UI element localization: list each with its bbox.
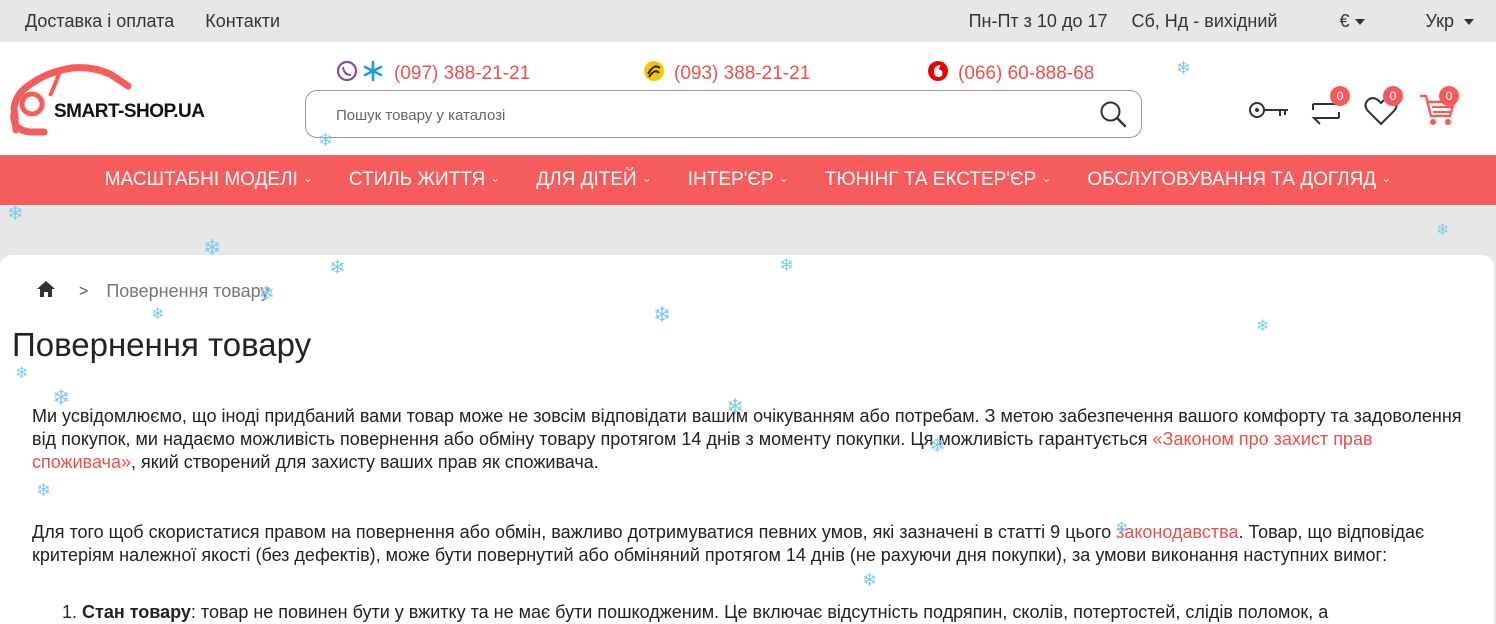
nav-label: СТИЛЬ ЖИТТЯ	[348, 169, 486, 190]
hours-weekend: Сб, Нд - вихідний	[1131, 10, 1278, 31]
chevron-down-icon: ⌄	[778, 171, 789, 185]
logo-text: SMART-SHOP.UA	[54, 101, 205, 122]
content-card: > Повернення товару Повернення товару Ми…	[0, 255, 1494, 624]
list-item-title: Стан товару	[82, 602, 191, 622]
paragraph-intro: Ми усвідомлюємо, що іноді придбаний вами…	[32, 405, 1462, 474]
lifecell-icon	[642, 59, 666, 89]
phone-vodafone[interactable]: (066) 60-888-68	[926, 59, 1094, 89]
chevron-down-icon: ⌄	[1381, 171, 1392, 185]
nav-label: ІНТЕР'ЄР	[687, 169, 774, 190]
vodafone-icon	[926, 59, 950, 89]
viber-kyivstar-icon	[336, 59, 386, 89]
home-icon[interactable]	[37, 281, 55, 302]
logo[interactable]: SMART-SHOP.UA	[10, 58, 210, 138]
legislation-link[interactable]: законодавства	[1116, 522, 1238, 542]
breadcrumb: > Повернення товару	[37, 281, 270, 302]
chevron-down-icon	[1355, 18, 1366, 25]
nav-label: ТЮНІНГ ТА ЕКСТЕР'ЄР	[824, 169, 1037, 190]
list-number: 1.	[62, 602, 78, 622]
nav-item-maintenance[interactable]: ОБСЛУГОВУВАННЯ ТА ДОГЛЯД ⌄	[1087, 169, 1391, 191]
header: SMART-SHOP.UA (097) 388-21-21 (093) 388-…	[0, 42, 1496, 155]
chevron-down-icon: ⌄	[490, 171, 501, 185]
nav-label: МАСШТАБНІ МОДЕЛІ	[104, 169, 298, 190]
phone-number: (093) 388-21-21	[674, 63, 811, 84]
phone-lifecell[interactable]: (093) 388-21-21	[642, 59, 810, 89]
phone-number: (066) 60-888-68	[958, 63, 1095, 84]
snowflake-icon: ❄	[7, 201, 24, 225]
paragraph-text: Для того щоб скористатися правом на пове…	[32, 522, 1117, 542]
car-logo-icon	[10, 64, 132, 136]
chevron-down-icon: ⌄	[302, 171, 313, 185]
chevron-down-icon: ⌄	[641, 171, 652, 185]
main-nav: МАСШТАБНІ МОДЕЛІ ⌄ СТИЛЬ ЖИТТЯ ⌄ ДЛЯ ДІТЕЙ…	[0, 155, 1496, 205]
nav-item-lifestyle[interactable]: СТИЛЬ ЖИТТЯ ⌄	[349, 169, 500, 191]
search-box	[305, 90, 1142, 138]
nav-label: ДЛЯ ДІТЕЙ	[536, 169, 637, 190]
phone-list: (097) 388-21-21 (093) 388-21-21 (066) 60…	[336, 59, 1136, 85]
wishlist-badge: 0	[1383, 86, 1403, 106]
phone-number: (097) 388-21-21	[394, 63, 531, 84]
chevron-down-icon: ⌄	[1041, 171, 1052, 185]
hours-weekdays: Пн-Пт з 10 до 17	[968, 10, 1108, 31]
cart-badge: 0	[1439, 86, 1459, 106]
key-icon[interactable]	[1248, 98, 1290, 127]
nav-item-scale-models[interactable]: МАСШТАБНІ МОДЕЛІ ⌄	[105, 169, 313, 191]
contacts-link[interactable]: Контакти	[205, 11, 280, 32]
paragraph-text: , який створений для захисту ваших прав …	[131, 452, 599, 472]
search-icon[interactable]	[1099, 100, 1127, 133]
top-bar: Доставка і оплата Контакти Пн-Пт з 10 до…	[0, 0, 1496, 42]
language-select[interactable]: Укр	[1401, 11, 1474, 32]
list-item-text: : товар не повинен бути у вжитку та не м…	[190, 602, 1329, 622]
language-value: Укр	[1425, 10, 1454, 31]
search-input[interactable]	[336, 104, 1056, 126]
nav-item-kids[interactable]: ДЛЯ ДІТЕЙ ⌄	[536, 169, 651, 191]
breadcrumb-current: Повернення товару	[106, 281, 270, 301]
page-title: Повернення товару	[12, 326, 312, 363]
phone-kyivstar[interactable]: (097) 388-21-21	[336, 59, 530, 89]
compare-badge: 0	[1330, 86, 1350, 106]
currency-value: €	[1339, 10, 1350, 31]
snowflake-icon: ❄	[1436, 220, 1450, 239]
nav-item-interior[interactable]: ІНТЕР'ЄР ⌄	[688, 169, 789, 191]
nav-label: ОБСЛУГОВУВАННЯ ТА ДОГЛЯД	[1087, 169, 1377, 190]
paragraph-conditions: Для того щоб скористатися правом на пове…	[32, 521, 1462, 567]
nav-item-tuning[interactable]: ТЮНІНГ ТА ЕКСТЕР'ЄР ⌄	[825, 169, 1052, 191]
delivery-link[interactable]: Доставка і оплата	[25, 11, 174, 32]
chevron-down-icon	[1464, 18, 1474, 25]
header-actions: 0 0 0	[1238, 86, 1478, 132]
list-item: 1. Стан товару: товар не повинен бути у …	[62, 601, 1462, 624]
chevron-right-icon: >	[79, 282, 89, 300]
currency-select[interactable]: €	[1315, 10, 1366, 32]
